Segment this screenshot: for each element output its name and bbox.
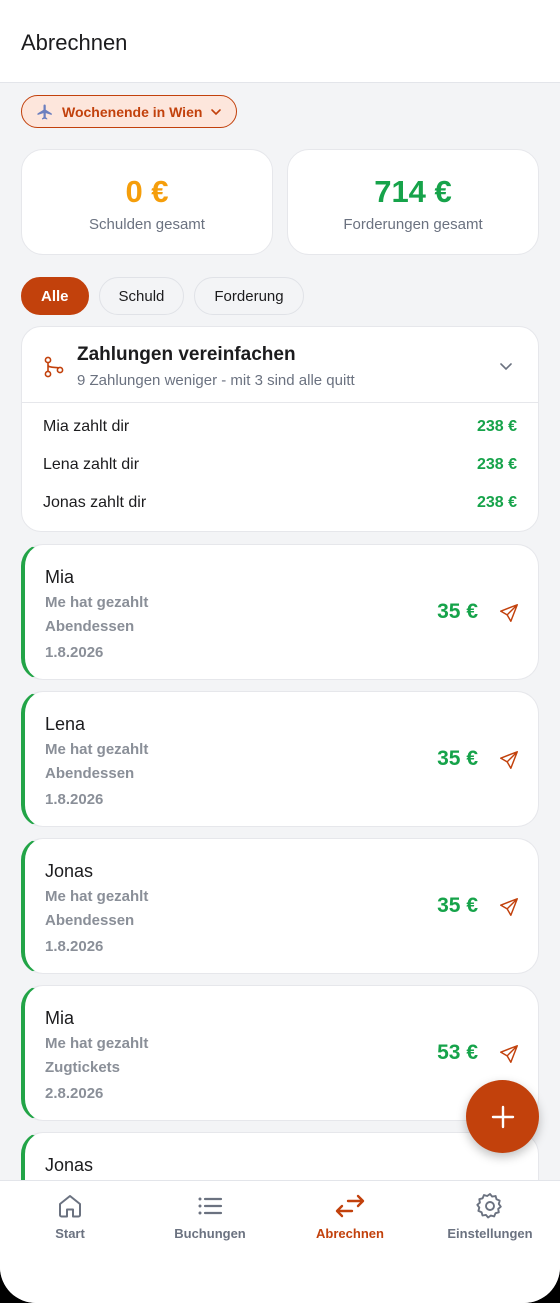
app-screen: Abrechnen Wochenende in Wien 0 € Schulde… [0,0,560,1303]
settlement-card[interactable]: Jonas Me hat gezahlt Abendessen 1.8.2026… [21,838,539,974]
payer-text: Me hat gezahlt [45,888,149,905]
simplify-header[interactable]: Zahlungen vereinfachen 9 Zahlungen wenig… [22,327,538,403]
amount-text: 53 € [437,1041,478,1064]
amount-text: 35 € [437,747,478,770]
fork-icon [44,356,64,378]
send-icon[interactable] [498,1043,520,1065]
swap-icon [335,1194,365,1218]
simplify-row-amount: 238 € [476,494,517,511]
person-name: Mia [45,567,75,587]
payer-text: Me hat gezahlt [45,594,149,611]
item-text: Zugtickets [45,1059,121,1076]
tab-label: Start [55,1226,85,1241]
payer-text: Me hat gezahlt [45,1035,149,1052]
claims-total-card: 714 € Forderungen gesamt [287,149,539,255]
person-name: Lena [45,714,86,734]
list-icon [198,1197,223,1215]
tab-label: Buchungen [174,1226,246,1241]
simplify-row-label: Lena zahlt dir [43,456,140,473]
tab-label: Abrechnen [316,1226,384,1241]
date-text: 1.8.2026 [45,938,104,955]
simplify-row: Lena zahlt dir 238 € [22,446,538,484]
tab-bookings[interactable]: Buchungen [140,1181,280,1271]
debts-total-value: 0 € [125,174,169,209]
tab-settle[interactable]: Abrechnen [280,1181,420,1271]
tab-start[interactable]: Start [0,1181,140,1271]
simplify-row-label: Mia zahlt dir [43,418,130,435]
date-text: 2.8.2026 [45,1085,104,1102]
simplify-payments-card: Zahlungen vereinfachen 9 Zahlungen wenig… [21,326,539,532]
item-text: Abendessen [45,912,135,929]
date-text: 1.8.2026 [45,644,104,661]
filter-debt[interactable]: Schuld [98,277,185,315]
gear-icon [476,1193,502,1219]
send-icon[interactable] [498,749,520,771]
debts-total-caption: Schulden gesamt [89,216,205,233]
filter-all[interactable]: Alle [21,277,89,315]
simplify-row-amount: 238 € [476,418,517,435]
chevron-down-icon[interactable] [498,358,514,374]
app-bar: Abrechnen [0,0,560,83]
add-button[interactable] [466,1080,539,1153]
trip-selector[interactable]: Wochenende in Wien [21,95,238,128]
simplify-row-amount: 238 € [476,456,517,473]
page-title: Abrechnen [21,30,128,55]
plus-icon [491,1105,514,1128]
settlement-card[interactable]: Mia Me hat gezahlt Zugtickets 2.8.2026 5… [21,985,539,1121]
settlement-card[interactable]: Lena Me hat gezahlt Abendessen 1.8.2026 … [21,691,539,827]
date-text: 1.8.2026 [45,791,104,808]
bottom-navigation: Start Buchungen Abrechnen Einstellungen [0,1180,560,1303]
simplify-row-label: Jonas zahlt dir [43,494,147,511]
simplify-row: Jonas zahlt dir 238 € [22,484,538,522]
debts-total-card: 0 € Schulden gesamt [21,149,273,255]
person-name: Mia [45,1008,75,1028]
airplane-icon [37,104,52,119]
amount-text: 35 € [437,600,478,623]
item-text: Abendessen [45,765,135,782]
settlement-card[interactable]: Mia Me hat gezahlt Abendessen 1.8.2026 3… [21,544,539,680]
claims-total-value: 714 € [374,174,452,209]
simplify-row: Mia zahlt dir 238 € [22,408,538,446]
tab-label: Einstellungen [447,1226,533,1241]
simplify-subtitle: 9 Zahlungen weniger - mit 3 sind alle qu… [77,372,355,389]
person-name: Jonas [45,861,94,881]
trip-label: Wochenende in Wien [62,103,203,120]
send-icon[interactable] [498,602,520,624]
person-name: Jonas [45,1155,94,1175]
payer-text: Me hat gezahlt [45,741,149,758]
home-icon [59,1195,81,1218]
filter-claim[interactable]: Forderung [194,277,304,315]
claims-total-caption: Forderungen gesamt [343,216,483,233]
tab-settings[interactable]: Einstellungen [420,1181,560,1271]
send-icon[interactable] [498,896,520,918]
item-text: Abendessen [45,618,135,635]
filter-bar: Alle Schuld Forderung [21,277,304,315]
chevron-down-icon [211,108,222,115]
amount-text: 35 € [437,894,478,917]
simplify-title: Zahlungen vereinfachen [77,344,296,365]
